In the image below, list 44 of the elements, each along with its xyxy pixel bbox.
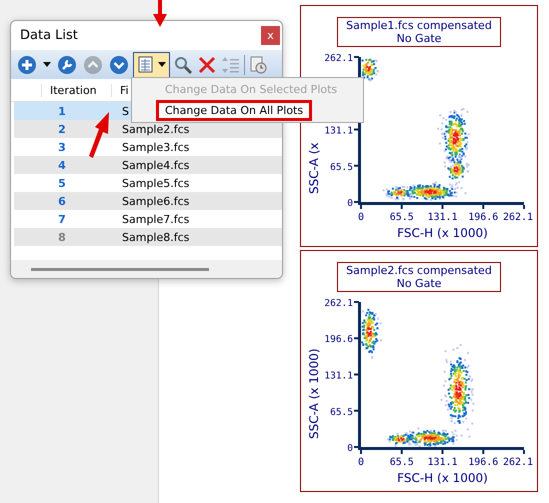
table-cell-text: 3 [57,140,67,154]
table-cell-text: 7 [57,212,67,226]
tick-label: 262.1 [324,298,353,309]
tick-label: 131.1 [324,125,353,136]
axis-label: SSC-A (x 1000) [307,348,321,439]
table-cell-text: Sample7.fcs [121,212,190,226]
axis-label: SSC-A (x [307,142,321,194]
axis-label: FSC-H (x 1000) [397,471,488,484]
tick-label: 65.5 [330,406,353,418]
window-title: Data List [20,28,78,43]
table-cell-text: Sample2.fcs [121,122,190,136]
tick-label: 262.1 [502,457,534,468]
table-cell-text: 1 [57,104,67,118]
axis-label: FSC-H (x 1000) [397,226,488,239]
tick-label: 131.1 [427,212,458,223]
table-cell-text: 5 [57,176,67,190]
table-cell-text: Sample8.fcs [121,230,190,244]
table-cell-text: 4 [57,158,67,172]
table-cell-text: Sample5.fcs [121,176,190,190]
tick-label: 196.6 [468,212,498,223]
table-cell-text: 8 [57,230,67,244]
tick-label: 65.5 [390,212,414,223]
plot-subtitle: No Gate [396,32,442,45]
tick-label: 262.1 [324,53,353,64]
table-cell-text: S [121,104,129,118]
tick-label: 65.5 [330,162,353,173]
table-cell-text: Sample3.fcs [121,140,190,154]
plot-title: Sample1.fcs compensated [346,19,492,32]
plot-title: Sample2.fcs compensated [346,264,492,277]
tick-label: 196.6 [324,334,353,346]
tick-label: 262.1 [502,212,534,223]
tick-label: 0 [358,457,364,468]
tick-label: 131.1 [427,457,458,468]
tick-label: 0 [347,443,353,454]
tick-label: 65.5 [390,457,414,468]
tick-label: 196.6 [468,457,498,468]
table-cell-text: Sample4.fcs [121,158,190,172]
table-cell-text: 6 [57,194,67,208]
table-cell-text: Sample6.fcs [121,194,190,208]
tick-label: 0 [358,212,364,223]
tick-label: 131.1 [324,370,353,382]
tick-label: 0 [347,198,353,209]
plot-subtitle: No Gate [396,277,442,290]
table-cell-text: 2 [57,122,67,136]
